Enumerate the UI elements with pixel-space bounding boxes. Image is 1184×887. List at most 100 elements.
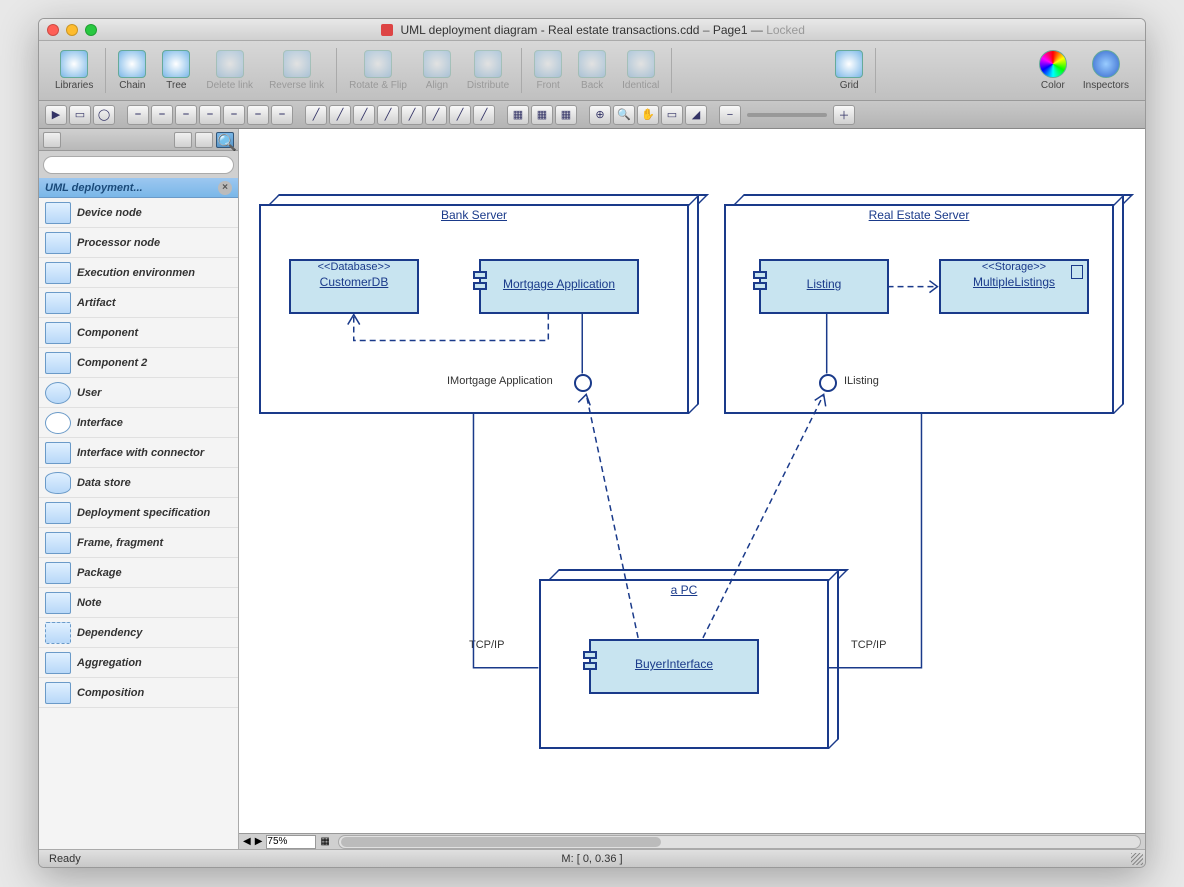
- inspectors-button[interactable]: Inspectors: [1077, 48, 1135, 93]
- app-window: UML deployment diagram - Real estate tra…: [38, 18, 1146, 868]
- back-button[interactable]: Back: [572, 48, 612, 93]
- crop-tool[interactable]: ◢: [685, 105, 707, 125]
- tool-strip: ▶ ▭ ◯ ⎯ ⎯ ⎯ ⎯ ⎯ ⎯ ⎯ ╱ ╱ ╱ ╱ ╱ ╱ ╱ ╱ ▦ ▦ …: [39, 101, 1145, 129]
- connector-tool-5[interactable]: ⎯: [223, 105, 245, 125]
- component-listing[interactable]: Listing: [759, 259, 889, 314]
- line-tool-3[interactable]: ╱: [353, 105, 375, 125]
- libraries-button[interactable]: Libraries: [49, 48, 99, 93]
- zoom-slider[interactable]: [747, 113, 827, 117]
- line-tool-1[interactable]: ╱: [305, 105, 327, 125]
- zoom-actual-tool[interactable]: ⊕: [589, 105, 611, 125]
- line-tool-5[interactable]: ╱: [401, 105, 423, 125]
- window-controls: [47, 24, 97, 36]
- multlist-name: MultipleListings: [941, 273, 1087, 291]
- sidebar-view-switcher: 🔍: [39, 129, 238, 151]
- library-list: Device node Processor node Execution env…: [39, 198, 238, 849]
- lib-artifact[interactable]: Artifact: [39, 288, 238, 318]
- minimize-icon[interactable]: [66, 24, 78, 36]
- line-tool-4[interactable]: ╱: [377, 105, 399, 125]
- sidebar-view-2[interactable]: [174, 132, 192, 148]
- hand-tool[interactable]: ✋: [637, 105, 659, 125]
- lib-aggregation[interactable]: Aggregation: [39, 648, 238, 678]
- lib-component-2[interactable]: Component 2: [39, 348, 238, 378]
- component-mortgage-app[interactable]: Mortgage Application: [479, 259, 639, 314]
- interface-ilisting[interactable]: [819, 374, 837, 392]
- rect-tool[interactable]: ▭: [69, 105, 91, 125]
- diagram-canvas[interactable]: Bank Server <<Database>> CustomerDB Mort…: [239, 129, 1145, 849]
- horizontal-scrollbar[interactable]: [338, 835, 1141, 849]
- lib-data-store[interactable]: Data store: [39, 468, 238, 498]
- lib-dependency[interactable]: Dependency: [39, 618, 238, 648]
- sidebar-view-3[interactable]: [195, 132, 213, 148]
- library-header-label: UML deployment...: [45, 182, 143, 194]
- tree-button[interactable]: Tree: [156, 48, 196, 93]
- snap-tool-2[interactable]: ▦: [531, 105, 553, 125]
- component-customerdb[interactable]: <<Database>> CustomerDB: [289, 259, 419, 314]
- lib-interface[interactable]: Interface: [39, 408, 238, 438]
- sidebar-view-1[interactable]: [43, 132, 61, 148]
- lib-component[interactable]: Component: [39, 318, 238, 348]
- grid-button[interactable]: Grid: [829, 48, 869, 93]
- component-buyer-interface[interactable]: BuyerInterface: [589, 639, 759, 694]
- delete-link-button[interactable]: Delete link: [200, 48, 259, 93]
- lib-deployment-spec[interactable]: Deployment specification: [39, 498, 238, 528]
- lib-package[interactable]: Package: [39, 558, 238, 588]
- lib-user[interactable]: User: [39, 378, 238, 408]
- page-label: Page1: [713, 23, 748, 37]
- status-coords-label: M: [ 0, 0.36 ]: [561, 853, 622, 865]
- bottom-controls: ◀ ▶ ▦: [239, 833, 1145, 849]
- distribute-button[interactable]: Distribute: [461, 48, 515, 93]
- component-multiple-listings[interactable]: <<Storage>> MultipleListings: [939, 259, 1089, 314]
- snap-tool-1[interactable]: ▦: [507, 105, 529, 125]
- color-button[interactable]: Color: [1033, 48, 1073, 93]
- interface-imortgage[interactable]: [574, 374, 592, 392]
- line-tool-6[interactable]: ╱: [425, 105, 447, 125]
- titlebar: UML deployment diagram - Real estate tra…: [39, 19, 1145, 41]
- reverse-link-button[interactable]: Reverse link: [263, 48, 330, 93]
- locked-label: Locked: [766, 23, 805, 37]
- rotate-flip-button[interactable]: Rotate & Flip: [343, 48, 413, 93]
- node-bank-server-title: Bank Server: [259, 208, 689, 222]
- lib-frame-fragment[interactable]: Frame, fragment: [39, 528, 238, 558]
- snap-tool-3[interactable]: ▦: [555, 105, 577, 125]
- page-next-icon[interactable]: ▶: [255, 836, 263, 847]
- library-header[interactable]: UML deployment... ×: [39, 178, 238, 198]
- connector-tool-4[interactable]: ⎯: [199, 105, 221, 125]
- line-tool-8[interactable]: ╱: [473, 105, 495, 125]
- front-button[interactable]: Front: [528, 48, 568, 93]
- close-library-icon[interactable]: ×: [218, 181, 232, 195]
- node-real-estate-server-title: Real Estate Server: [724, 208, 1114, 222]
- line-tool-2[interactable]: ╱: [329, 105, 351, 125]
- close-icon[interactable]: [47, 24, 59, 36]
- lib-composition[interactable]: Composition: [39, 678, 238, 708]
- lib-note[interactable]: Note: [39, 588, 238, 618]
- zoom-input[interactable]: [266, 835, 316, 849]
- connector-tool-2[interactable]: ⎯: [151, 105, 173, 125]
- sidebar-search-toggle[interactable]: 🔍: [216, 132, 234, 148]
- zoom-in-button[interactable]: ＋: [833, 105, 855, 125]
- zoom-fit-tool[interactable]: 🔍: [613, 105, 635, 125]
- connector-tool-3[interactable]: ⎯: [175, 105, 197, 125]
- page-prev-icon[interactable]: ◀: [243, 836, 251, 847]
- pointer-tool[interactable]: ▶: [45, 105, 67, 125]
- region-tool[interactable]: ▭: [661, 105, 683, 125]
- page-tabs-icon[interactable]: ▦: [320, 836, 329, 847]
- connector-tool-1[interactable]: ⎯: [127, 105, 149, 125]
- identical-button[interactable]: Identical: [616, 48, 665, 93]
- chain-button[interactable]: Chain: [112, 48, 152, 93]
- connector-tool-7[interactable]: ⎯: [271, 105, 293, 125]
- line-tool-7[interactable]: ╱: [449, 105, 471, 125]
- connector-tool-6[interactable]: ⎯: [247, 105, 269, 125]
- resize-grip[interactable]: [1131, 853, 1143, 865]
- lib-processor-node[interactable]: Processor node: [39, 228, 238, 258]
- zoom-out-button[interactable]: −: [719, 105, 741, 125]
- interface-ilisting-label: IListing: [844, 375, 879, 387]
- lib-interface-connector[interactable]: Interface with connector: [39, 438, 238, 468]
- align-button[interactable]: Align: [417, 48, 457, 93]
- zoom-icon[interactable]: [85, 24, 97, 36]
- lib-device-node[interactable]: Device node: [39, 198, 238, 228]
- ellipse-tool[interactable]: ◯: [93, 105, 115, 125]
- lib-execution-env[interactable]: Execution environmen: [39, 258, 238, 288]
- filename-label: UML deployment diagram - Real estate tra…: [400, 23, 699, 37]
- search-input[interactable]: [43, 156, 234, 174]
